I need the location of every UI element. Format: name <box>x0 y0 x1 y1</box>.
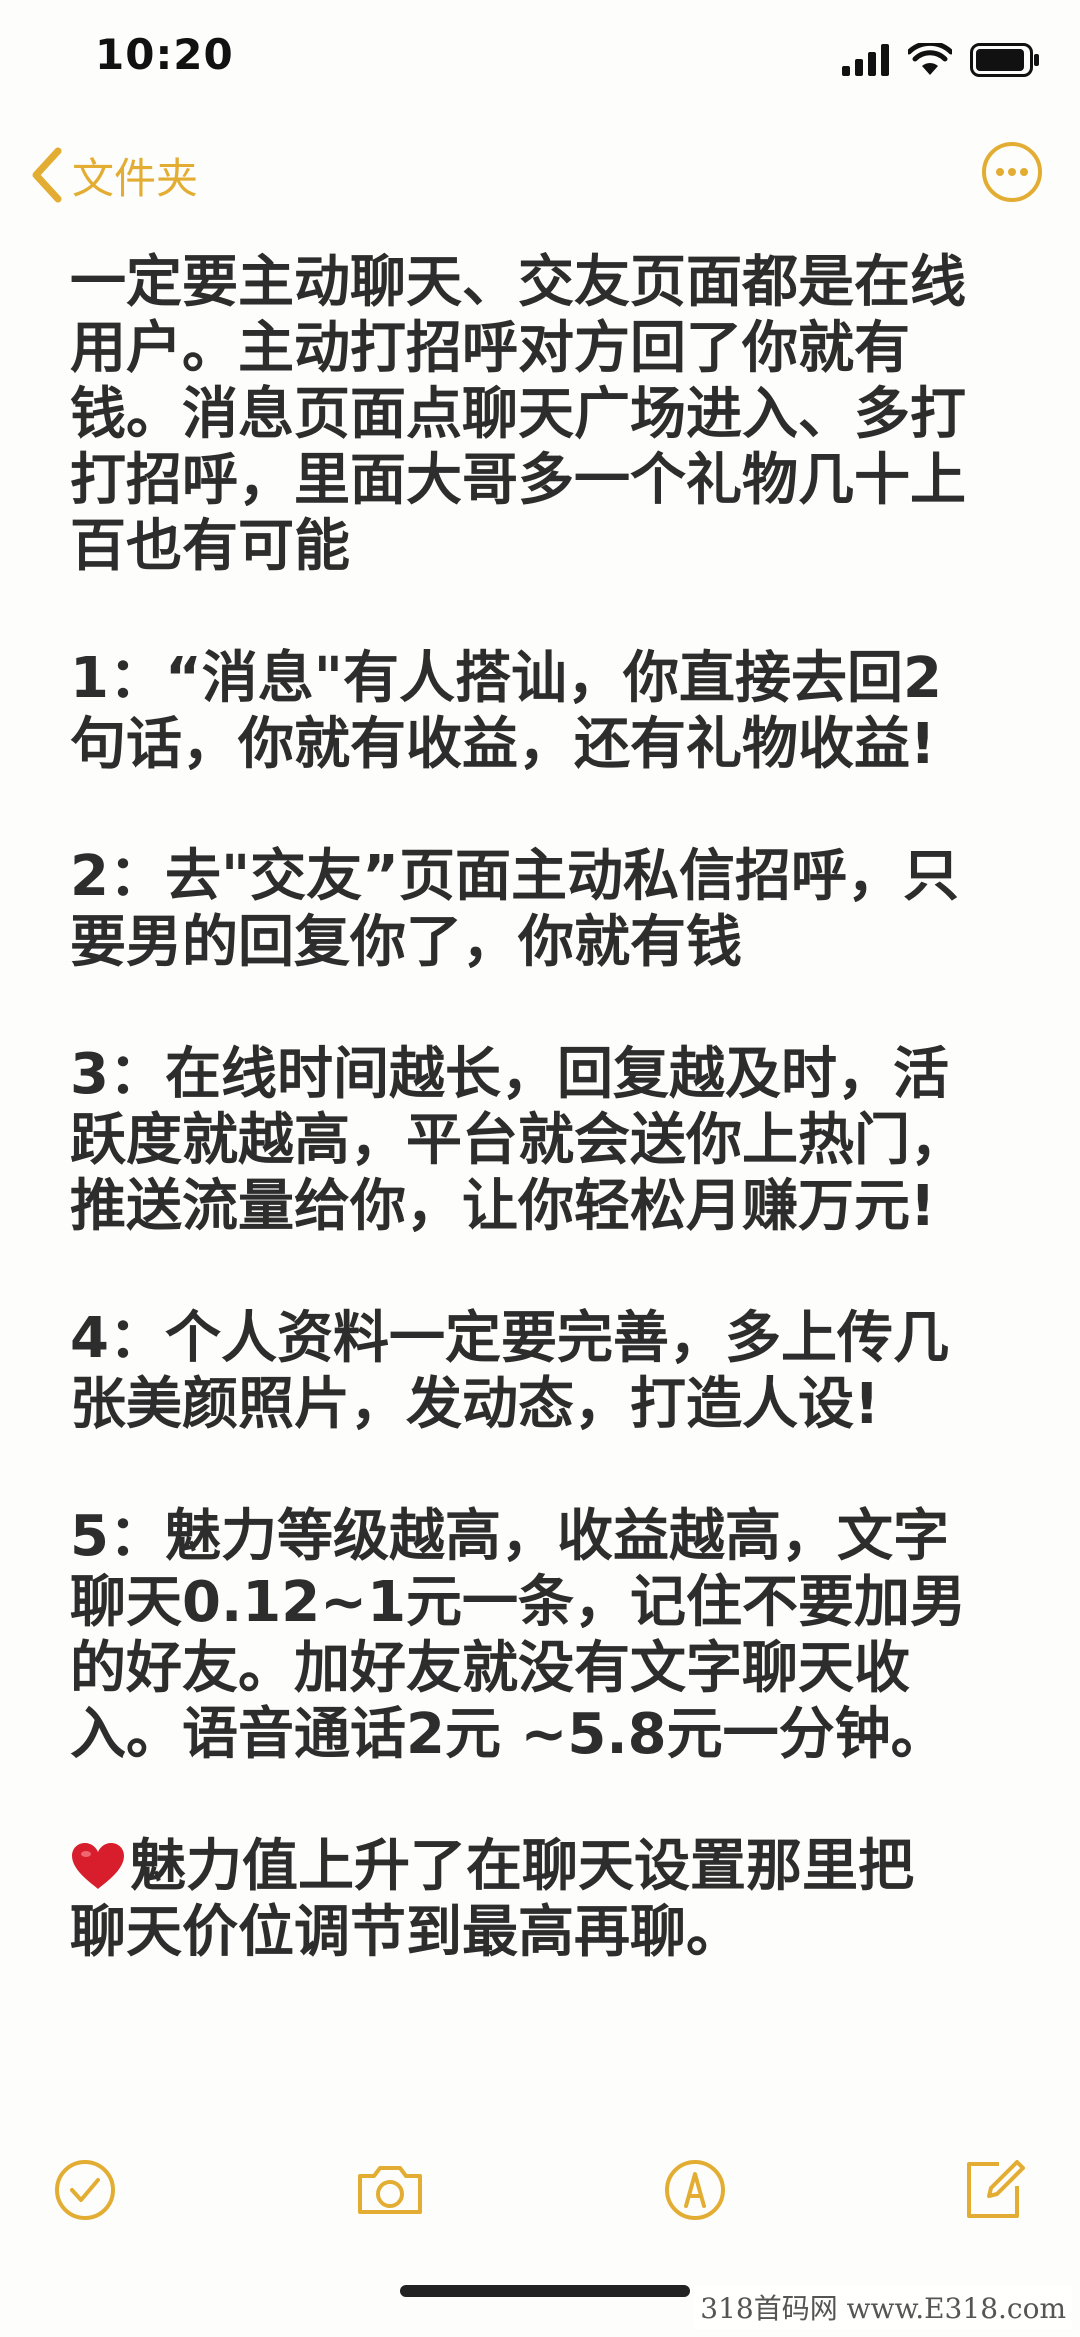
home-indicator[interactable] <box>400 2285 690 2297</box>
tip-text: 魅力值上升了在聊天设置那里把 聊天价位调节到最高再聊。 <box>70 1834 914 1965</box>
checklist-button[interactable] <box>45 2150 125 2230</box>
camera-button[interactable] <box>350 2150 430 2230</box>
note-paragraph-tip: 魅力值上升了在聊天设置那里把 聊天价位调节到最高再聊。 <box>70 1834 1030 1966</box>
more-options-button[interactable] <box>980 140 1044 204</box>
watermark: 318首码网 www.E318.com <box>694 2285 1072 2329</box>
markup-icon <box>665 2160 725 2220</box>
camera-icon <box>358 2166 422 2214</box>
note-paragraph-intro: 一定要主动聊天、交友页面都是在线 用户。主动打招呼对方回了你就有 钱。消息页面点… <box>70 250 966 579</box>
status-time: 10:20 <box>95 30 234 79</box>
back-button[interactable]: 文件夹 <box>30 140 198 210</box>
wifi-icon <box>908 43 952 75</box>
chevron-left-icon <box>32 147 62 203</box>
status-bar: 10:20 <box>0 0 1080 120</box>
markup-button[interactable] <box>655 2150 735 2230</box>
note-paragraph-3: 3：在线时间越长，回复越及时，活 跃度就越高，平台就会送你上热门， 推送流量给你… <box>70 1042 966 1239</box>
compose-button[interactable] <box>955 2150 1035 2230</box>
back-label: 文件夹 <box>72 153 199 203</box>
checklist-icon <box>55 2160 115 2220</box>
cellular-signal-icon <box>842 44 889 76</box>
note-paragraph-5: 5：魅力等级越高，收益越高，文字 聊天0.12~1元一条，记住不要加男 的好友。… <box>70 1504 967 1767</box>
note-body[interactable]: 一定要主动聊天、交友页面都是在线 用户。主动打招呼对方回了你就有 钱。消息页面点… <box>70 250 1030 1966</box>
bottom-toolbar <box>0 2140 1080 2240</box>
battery-icon <box>970 43 1039 77</box>
more-options-icon <box>982 142 1042 202</box>
note-paragraph-4: 4：个人资料一定要完善，多上传几 张美颜照片，发动态，打造人设! <box>70 1306 949 1437</box>
note-paragraph-1: 1：“消息"有人搭讪，你直接去回2 句话，你就有收益，还有礼物收益! <box>70 646 942 777</box>
note-paragraph-2: 2：去"交友”页面主动私信招呼，只 要男的回复你了，你就有钱 <box>70 844 959 975</box>
nav-bar: 文件夹 <box>0 120 1080 230</box>
status-icons <box>842 40 1040 80</box>
heart-icon <box>72 1843 124 1889</box>
compose-icon <box>967 2160 1025 2218</box>
